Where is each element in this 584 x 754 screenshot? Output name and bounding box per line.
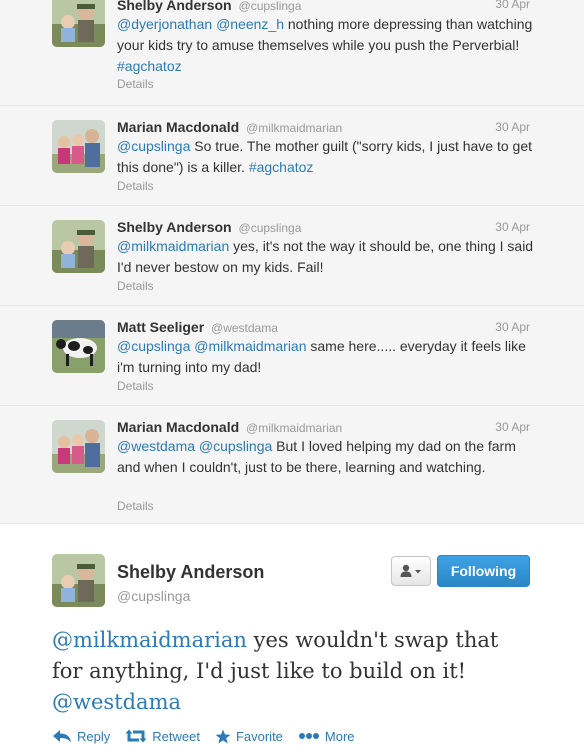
tweet-text: @cupslinga So true. The mother guilt ("s… (117, 136, 534, 178)
star-icon (215, 729, 231, 743)
following-button[interactable]: Following (437, 555, 530, 587)
mention-link[interactable]: @cupslinga (117, 338, 190, 354)
avatar-shelby[interactable] (52, 0, 105, 47)
mention-link[interactable]: @westdama (117, 438, 195, 454)
author-name[interactable]: Matt Seeliger (117, 319, 204, 335)
tweet-item[interactable]: Shelby Anderson @cupslinga 30 Apr @milkm… (0, 206, 584, 306)
tweet-time[interactable]: 30 Apr (495, 320, 530, 334)
user-actions-dropdown[interactable] (391, 556, 431, 586)
avatar-shelby[interactable] (52, 554, 105, 607)
tweet-item[interactable]: Marian Macdonald @milkmaidmarian 30 Apr … (0, 106, 584, 206)
tweet-time[interactable]: 30 Apr (495, 220, 530, 234)
details-link[interactable]: Details (117, 279, 154, 293)
tweet-text: @dyerjonathan @neenz_h nothing more depr… (117, 14, 534, 77)
tweet-item[interactable]: Marian Macdonald @milkmaidmarian 30 Apr … (0, 406, 584, 524)
hashtag-link[interactable]: #agchatoz (249, 159, 314, 175)
details-link[interactable]: Details (117, 379, 154, 393)
mention-link[interactable]: @cupslinga (117, 138, 190, 154)
reply-icon (53, 730, 71, 742)
mention-link[interactable]: @milkmaidmarian (194, 338, 306, 354)
author-handle[interactable]: @westdama (211, 321, 278, 335)
tweet-item[interactable]: Matt Seeliger @westdama 30 Apr @cupsling… (0, 306, 584, 406)
author-handle[interactable]: @cupslinga (117, 588, 190, 604)
user-icon (400, 564, 421, 577)
retweet-label: Retweet (152, 728, 200, 744)
mention-link[interactable]: @milkmaidmarian (117, 238, 229, 254)
author-name[interactable]: Shelby Anderson (117, 0, 232, 13)
avatar-shelby[interactable] (52, 220, 105, 273)
author-name[interactable]: Shelby Anderson (117, 219, 232, 235)
reply-label: Reply (77, 728, 111, 744)
avatar-matt[interactable] (52, 320, 105, 373)
reply-button[interactable]: Reply (52, 729, 110, 744)
conversation-list: Shelby Anderson @cupslinga 30 Apr @dyerj… (0, 0, 584, 524)
tweet-header: Shelby Anderson @cupslinga (117, 219, 512, 236)
author-handle[interactable]: @cupslinga (239, 0, 302, 13)
tweet-text: @milkmaidmarian yes wouldn't swap that f… (52, 625, 522, 718)
main-tweet: Shelby Anderson @cupslinga Following @mi… (0, 528, 584, 754)
retweet-button[interactable]: Retweet (125, 729, 200, 744)
more-dots-icon (298, 733, 319, 739)
author-handle[interactable]: @milkmaidmarian (246, 121, 342, 135)
mention-link[interactable]: @neenz_h (216, 16, 284, 32)
tweet-time[interactable]: 30 Apr (495, 0, 530, 11)
more-button[interactable]: More (298, 729, 355, 744)
avatar-marian[interactable] (52, 420, 105, 473)
author-handle[interactable]: @milkmaidmarian (246, 421, 342, 435)
favorite-button[interactable]: Favorite (215, 729, 283, 744)
mention-link[interactable]: @cupslinga (199, 438, 272, 454)
mention-link[interactable]: @westdama (52, 690, 181, 714)
tweet-text: @cupslinga @milkmaidmarian same here....… (117, 336, 534, 378)
tweet-header: Shelby Anderson @cupslinga (117, 0, 512, 14)
tweet-header: Marian Macdonald @milkmaidmarian (117, 419, 512, 436)
more-label: More (324, 728, 355, 744)
author-name[interactable]: Marian Macdonald (117, 119, 239, 135)
details-link[interactable]: Details (117, 77, 154, 91)
hashtag-link[interactable]: #agchatoz (117, 58, 182, 74)
tweet-time[interactable]: 30 Apr (495, 420, 530, 434)
tweet-text: @milkmaidmarian yes, it's not the way it… (117, 236, 534, 278)
mention-link[interactable]: @dyerjonathan (117, 16, 212, 32)
author-name[interactable]: Marian Macdonald (117, 419, 239, 435)
avatar-marian[interactable] (52, 120, 105, 173)
author-name[interactable]: Shelby Anderson (117, 562, 264, 583)
mention-link[interactable]: @milkmaidmarian (52, 628, 247, 652)
retweet-icon (125, 729, 147, 743)
tweet-actions: Reply Retweet Favorite More (52, 726, 370, 746)
tweet-text: @westdama @cupslinga But I loved helping… (117, 436, 534, 478)
tweet-header: Matt Seeliger @westdama (117, 319, 512, 336)
author-handle[interactable]: @cupslinga (239, 221, 302, 235)
details-link[interactable]: Details (117, 499, 154, 513)
tweet-header: Marian Macdonald @milkmaidmarian (117, 119, 512, 136)
tweet-time[interactable]: 30 Apr (495, 120, 530, 134)
details-link[interactable]: Details (117, 179, 154, 193)
favorite-label: Favorite (235, 728, 283, 744)
tweet-item[interactable]: Shelby Anderson @cupslinga 30 Apr @dyerj… (0, 0, 584, 106)
